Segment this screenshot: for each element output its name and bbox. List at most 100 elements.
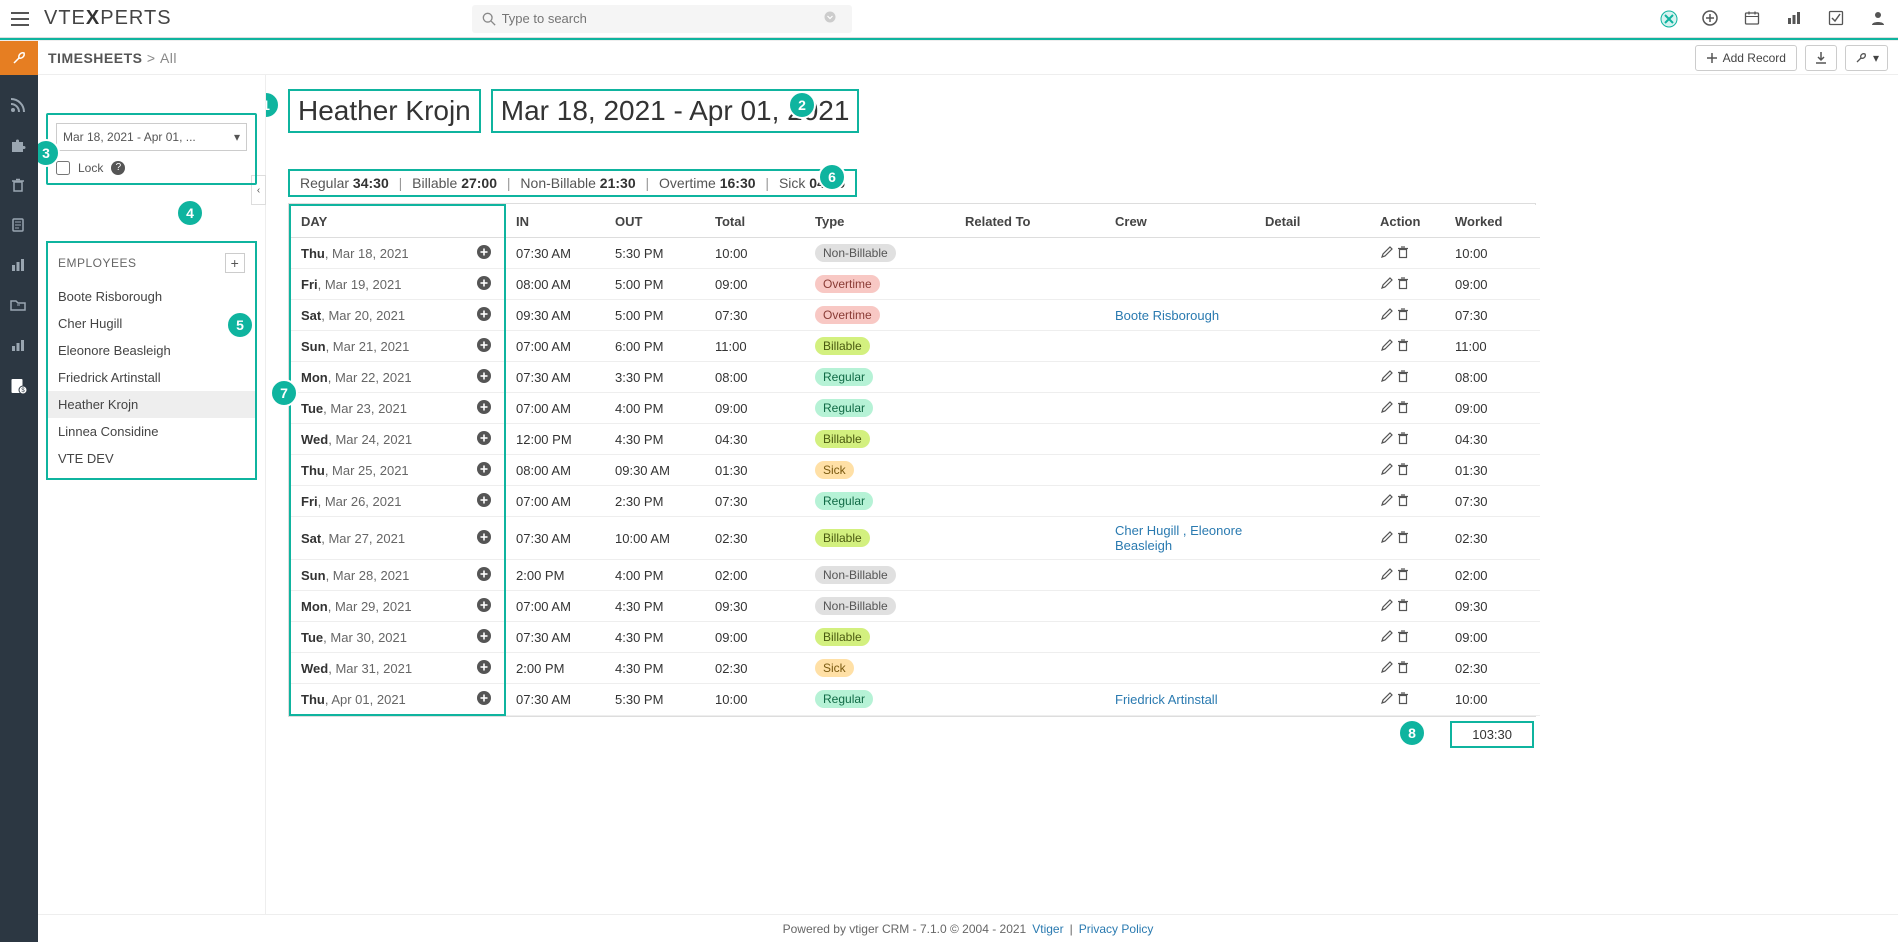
chevron-down-icon[interactable]: [824, 11, 842, 26]
add-employee-button[interactable]: +: [225, 253, 245, 273]
add-entry-icon[interactable]: [476, 566, 494, 584]
edit-icon[interactable]: [1380, 598, 1394, 615]
help-icon[interactable]: ?: [111, 161, 125, 175]
employee-item[interactable]: Linnea Considine: [48, 418, 255, 445]
type-cell: Overtime: [805, 269, 955, 300]
global-search[interactable]: [472, 5, 852, 33]
employee-item[interactable]: VTE DEV: [48, 445, 255, 472]
trash-icon[interactable]: [1396, 660, 1410, 677]
worked-cell: 07:30: [1445, 486, 1540, 517]
trash-icon[interactable]: [1396, 629, 1410, 646]
nav-puzzle-icon[interactable]: [10, 137, 28, 155]
stat-regular-label: Regular: [300, 175, 349, 191]
edit-icon[interactable]: [1380, 431, 1394, 448]
in-cell: 12:00 PM: [505, 424, 605, 455]
download-button[interactable]: [1805, 45, 1837, 71]
action-cell: [1370, 684, 1445, 716]
worked-cell: 11:00: [1445, 331, 1540, 362]
footer-privacy-link[interactable]: Privacy Policy: [1079, 922, 1154, 936]
pay-period-select[interactable]: Mar 18, 2021 - Apr 01, ... ▾: [56, 123, 247, 151]
trash-icon[interactable]: [1396, 307, 1410, 324]
employee-item[interactable]: Friedrick Artinstall: [48, 364, 255, 391]
edit-icon[interactable]: [1380, 493, 1394, 510]
employee-item[interactable]: Heather Krojn: [48, 391, 255, 418]
nav-rss-icon[interactable]: [10, 97, 28, 115]
worked-cell: 09:00: [1445, 393, 1540, 424]
add-entry-icon[interactable]: [476, 461, 494, 479]
edit-icon[interactable]: [1380, 276, 1394, 293]
bar-chart-icon[interactable]: [1786, 10, 1804, 28]
add-entry-icon[interactable]: [476, 628, 494, 646]
app-x-icon[interactable]: [1660, 10, 1678, 28]
trash-icon[interactable]: [1396, 338, 1410, 355]
timesheet-table-wrap: DAYINOUTTotalTypeRelated ToCrewDetailAct…: [288, 203, 1536, 717]
trash-icon[interactable]: [1396, 462, 1410, 479]
breadcrumb-root[interactable]: TIMESHEETS: [48, 50, 142, 66]
add-entry-icon[interactable]: [476, 430, 494, 448]
logo-part-c: PERTS: [100, 7, 171, 29]
edit-icon[interactable]: [1380, 567, 1394, 584]
nav-doc-icon[interactable]: [10, 217, 28, 235]
edit-icon[interactable]: [1380, 660, 1394, 677]
add-entry-icon[interactable]: [476, 244, 494, 262]
trash-icon[interactable]: [1396, 245, 1410, 262]
check-box-icon[interactable]: [1828, 10, 1846, 28]
trash-icon[interactable]: [1396, 598, 1410, 615]
edit-icon[interactable]: [1380, 530, 1394, 547]
lock-checkbox[interactable]: [56, 161, 70, 175]
footer-vtiger-link[interactable]: Vtiger: [1032, 922, 1063, 936]
add-entry-icon[interactable]: [476, 306, 494, 324]
nav-barchart-icon[interactable]: [10, 257, 28, 275]
employee-item[interactable]: Boote Risborough: [48, 283, 255, 310]
add-entry-icon[interactable]: [476, 275, 494, 293]
crew-link[interactable]: Friedrick Artinstall: [1115, 692, 1218, 707]
add-record-button[interactable]: Add Record: [1695, 45, 1797, 71]
trash-icon[interactable]: [1396, 369, 1410, 386]
nav-trash-icon[interactable]: [10, 177, 28, 195]
nav-wrench-icon[interactable]: [0, 41, 38, 75]
wrench-dropdown-button[interactable]: ▾: [1845, 45, 1888, 71]
trash-icon[interactable]: [1396, 691, 1410, 708]
col-header: Crew: [1105, 205, 1255, 238]
add-entry-icon[interactable]: [476, 597, 494, 615]
breadcrumb-sub[interactable]: All: [160, 50, 177, 66]
edit-icon[interactable]: [1380, 338, 1394, 355]
edit-icon[interactable]: [1380, 629, 1394, 646]
search-input[interactable]: [502, 11, 824, 26]
edit-icon[interactable]: [1380, 369, 1394, 386]
add-entry-icon[interactable]: [476, 690, 494, 708]
employee-item[interactable]: Eleonore Beasleigh: [48, 337, 255, 364]
add-entry-icon[interactable]: [476, 368, 494, 386]
nav-folder-icon[interactable]: [10, 297, 28, 315]
edit-icon[interactable]: [1380, 245, 1394, 262]
edit-icon[interactable]: [1380, 462, 1394, 479]
hamburger-icon[interactable]: [10, 11, 30, 27]
trash-icon[interactable]: [1396, 567, 1410, 584]
trash-icon[interactable]: [1396, 400, 1410, 417]
trash-icon[interactable]: [1396, 276, 1410, 293]
nav-timesheet-icon[interactable]: $: [10, 377, 28, 395]
add-entry-icon[interactable]: [476, 399, 494, 417]
calendar-icon[interactable]: [1744, 10, 1762, 28]
add-entry-icon[interactable]: [476, 659, 494, 677]
table-row: Thu, Mar 25, 202108:00 AM09:30 AM01:30Si…: [290, 455, 1540, 486]
add-entry-icon[interactable]: [476, 492, 494, 510]
employee-item[interactable]: Cher Hugill: [48, 310, 255, 337]
edit-icon[interactable]: [1380, 400, 1394, 417]
nav-barchart2-icon[interactable]: [10, 337, 28, 355]
action-cell: [1370, 486, 1445, 517]
trash-icon[interactable]: [1396, 431, 1410, 448]
edit-icon[interactable]: [1380, 691, 1394, 708]
add-entry-icon[interactable]: [476, 337, 494, 355]
add-entry-icon[interactable]: [476, 529, 494, 547]
user-icon[interactable]: [1870, 10, 1888, 28]
day-cell: Sun, Mar 21, 2021: [290, 331, 505, 362]
crew-link[interactable]: Cher Hugill , Eleonore Beasleigh: [1115, 523, 1242, 553]
trash-icon[interactable]: [1396, 493, 1410, 510]
edit-icon[interactable]: [1380, 307, 1394, 324]
related-cell: [955, 591, 1105, 622]
plus-circle-icon[interactable]: [1702, 10, 1720, 28]
crew-link[interactable]: Boote Risborough: [1115, 308, 1219, 323]
table-row: Thu, Apr 01, 202107:30 AM5:30 PM10:00Reg…: [290, 684, 1540, 716]
trash-icon[interactable]: [1396, 530, 1410, 547]
